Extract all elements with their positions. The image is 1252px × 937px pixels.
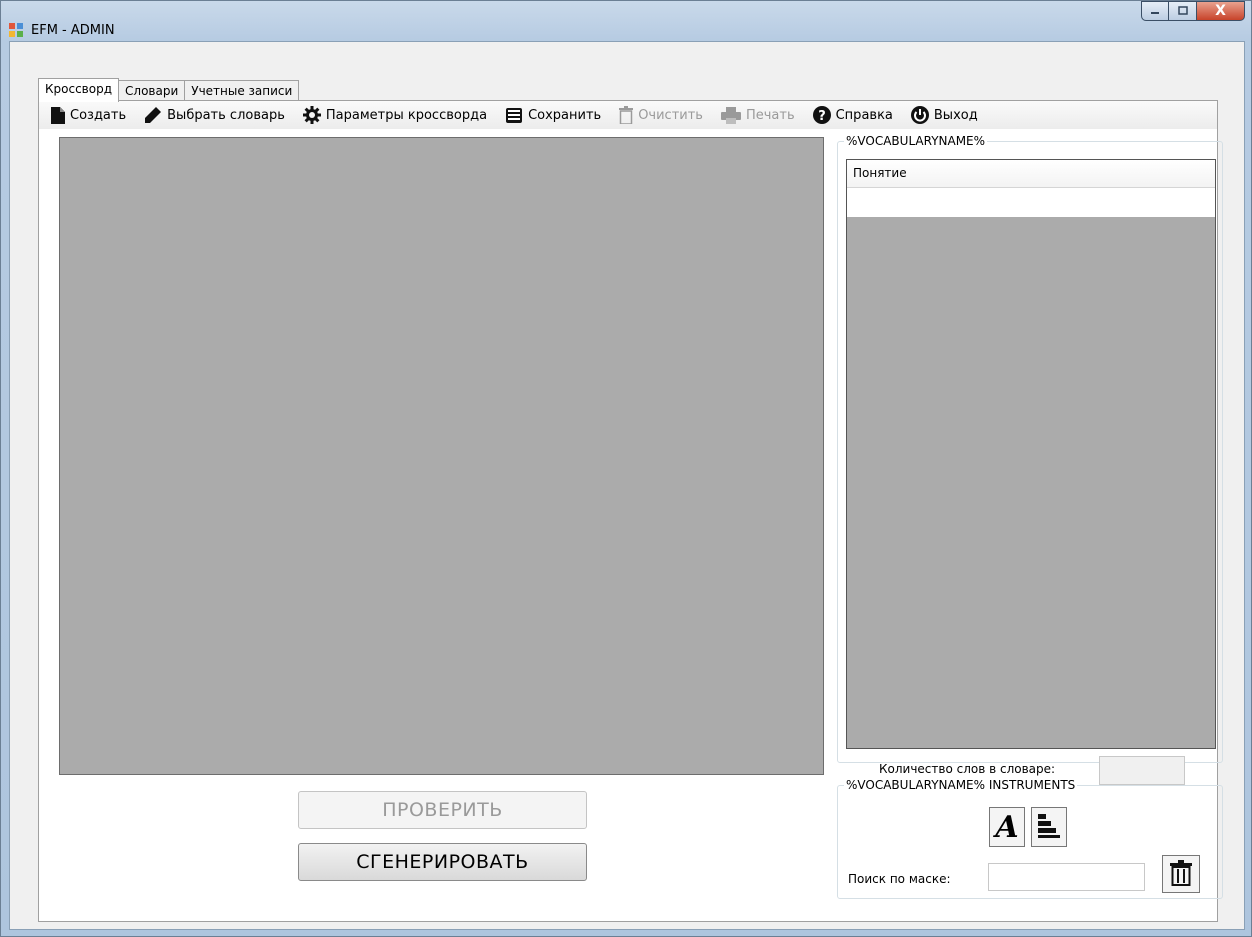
- toolbar: Создать Выбрать словарь Параметры кроссв…: [39, 101, 1217, 129]
- instruments-group: %VOCABULARYNAME% INSTRUMENTS A Поиск по …: [837, 778, 1223, 899]
- help-label: Справка: [835, 107, 893, 123]
- sort-icon: [1038, 813, 1060, 841]
- sort-button[interactable]: [1031, 807, 1067, 847]
- check-button[interactable]: ПРОВЕРИТЬ: [298, 791, 587, 829]
- clear-button[interactable]: Очистить: [619, 106, 703, 124]
- svg-text:?: ?: [818, 109, 826, 124]
- create-label: Создать: [70, 107, 127, 123]
- generate-button[interactable]: СГЕНЕРИРОВАТЬ: [298, 843, 587, 881]
- help-button[interactable]: ? Справка: [812, 106, 893, 124]
- print-button[interactable]: Печать: [720, 106, 795, 124]
- mask-search-input[interactable]: [988, 863, 1145, 891]
- vocabulary-list[interactable]: Понятие: [846, 159, 1216, 749]
- trash-icon: [1170, 859, 1192, 889]
- save-icon: [505, 107, 523, 124]
- crossword-settings-label: Параметры кроссворда: [325, 107, 488, 123]
- word-count-field: [1099, 756, 1185, 785]
- tab-strip: Кроссворд Словари Учетные записи: [38, 78, 300, 102]
- client-area: Кроссворд Словари Учетные записи Создать…: [9, 41, 1245, 930]
- power-icon: [910, 106, 929, 124]
- maximize-button[interactable]: [1169, 1, 1197, 21]
- crossword-tab-panel: Создать Выбрать словарь Параметры кроссв…: [38, 100, 1223, 922]
- minimize-button[interactable]: [1141, 1, 1169, 21]
- delete-button[interactable]: [1162, 855, 1200, 893]
- new-document-icon: [51, 106, 65, 124]
- mask-search-label: Поиск по маске:: [848, 872, 951, 886]
- title-bar[interactable]: EFM - ADMIN X: [1, 1, 1251, 41]
- concept-column-header[interactable]: Понятие: [847, 160, 1215, 188]
- printer-icon: [720, 106, 741, 124]
- app-icon: [9, 23, 23, 37]
- create-button[interactable]: Создать: [51, 106, 127, 124]
- clear-label: Очистить: [638, 107, 703, 123]
- exit-button[interactable]: Выход: [910, 106, 978, 124]
- close-button[interactable]: X: [1197, 1, 1245, 21]
- instruments-group-title: %VOCABULARYNAME% INSTRUMENTS: [844, 778, 1078, 792]
- select-vocabulary-button[interactable]: Выбрать словарь: [144, 106, 285, 124]
- app-window: EFM - ADMIN X Кроссворд Словари Учетные …: [0, 0, 1252, 937]
- maximize-icon: [1177, 6, 1188, 15]
- trash-icon: [619, 106, 634, 124]
- word-count-label: Количество слов в словаре:: [879, 762, 1056, 776]
- tab-accounts[interactable]: Учетные записи: [184, 80, 300, 101]
- save-button[interactable]: Сохранить: [505, 107, 601, 124]
- minimize-icon: [1151, 12, 1159, 14]
- help-icon: ?: [812, 106, 831, 124]
- font-icon: A: [995, 809, 1019, 845]
- tab-vocabularies[interactable]: Словари: [118, 80, 186, 101]
- vocabulary-group-title: %VOCABULARYNAME%: [844, 134, 988, 148]
- crossword-settings-button[interactable]: Параметры кроссворда: [302, 106, 488, 124]
- window-controls: X: [1141, 1, 1245, 27]
- print-label: Печать: [745, 107, 795, 123]
- pencil-icon: [144, 106, 162, 124]
- tab-crossword[interactable]: Кроссворд: [38, 78, 120, 102]
- list-item[interactable]: [847, 188, 1215, 217]
- exit-label: Выход: [933, 107, 978, 123]
- vocabulary-group: %VOCABULARYNAME% Понятие Количество слов…: [837, 134, 1223, 785]
- select-vocabulary-label: Выбрать словарь: [167, 107, 285, 123]
- crossword-canvas[interactable]: [59, 137, 824, 775]
- font-button[interactable]: A: [989, 807, 1025, 847]
- gear-icon: [302, 106, 321, 124]
- window-title: EFM - ADMIN: [31, 23, 115, 38]
- close-icon: X: [1215, 3, 1226, 19]
- save-label: Сохранить: [528, 107, 602, 123]
